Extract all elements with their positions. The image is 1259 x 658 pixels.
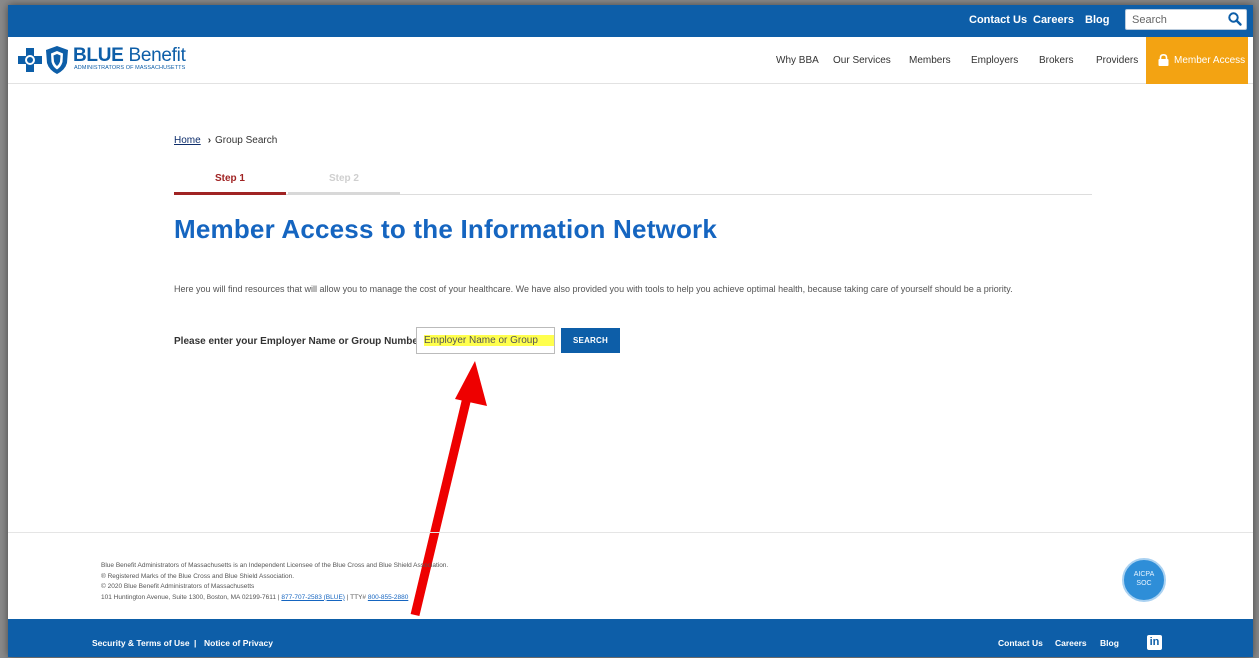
nav-providers[interactable]: Providers: [1096, 55, 1138, 66]
search-icon[interactable]: [1227, 11, 1243, 27]
breadcrumb: Home › Group Search: [174, 135, 277, 146]
tty-link[interactable]: 800-855-2880: [368, 594, 408, 601]
logo-title: BLUE Benefit: [73, 45, 186, 66]
page-title: Member Access to the Information Network: [174, 214, 718, 244]
nav-our-services[interactable]: Our Services: [833, 55, 891, 66]
phone-link[interactable]: 877-707-2583 (BLUE): [281, 594, 345, 601]
breadcrumb-home[interactable]: Home: [174, 135, 201, 146]
step-tabs: Step 1 Step 2: [174, 171, 1092, 195]
nav-brokers[interactable]: Brokers: [1039, 55, 1073, 66]
blue-cross-icon: [18, 48, 42, 72]
nav-employers[interactable]: Employers: [971, 55, 1018, 66]
logo-subtitle: ADMINISTRATORS OF MASSACHUSETTS: [74, 65, 186, 71]
nav-members[interactable]: Members: [909, 55, 951, 66]
blue-shield-icon: [46, 46, 68, 74]
utility-bar: Contact Us Careers Blog: [8, 5, 1253, 37]
legal-copyright: © 2020 Blue Benefit Administrators of Ma…: [101, 583, 255, 590]
browser-page: Contact Us Careers Blog BLUE Benefit: [8, 5, 1253, 657]
legal-registered: ® Registered Marks of the Blue Cross and…: [101, 572, 295, 580]
intro-text: Here you will find resources that will a…: [174, 284, 1013, 294]
footer-separator: |: [194, 638, 197, 648]
member-access-label: Member Access: [1174, 55, 1246, 66]
utility-careers-link[interactable]: Careers: [1033, 14, 1074, 26]
utility-contact-link[interactable]: Contact Us: [969, 14, 1027, 26]
tab-step-2[interactable]: Step 2: [288, 171, 400, 195]
linkedin-icon[interactable]: in: [1147, 635, 1162, 650]
privacy-notice-link[interactable]: Notice of Privacy: [204, 638, 273, 648]
breadcrumb-chevron-icon: ›: [207, 135, 212, 146]
legal-address: 101 Huntington Avenue, Suite 1300, Bosto…: [101, 593, 409, 601]
main-navigation: BLUE Benefit ADMINISTRATORS OF MASSACHUS…: [8, 37, 1253, 84]
member-access-button[interactable]: Member Access: [1146, 37, 1248, 84]
breadcrumb-current: Group Search: [215, 135, 278, 146]
footer-bar: Security & Terms of Use | Notice of Priv…: [8, 619, 1253, 657]
site-search-input[interactable]: [1126, 10, 1226, 30]
footer-legal: Blue Benefit Administrators of Massachus…: [101, 561, 448, 603]
tab-step-1[interactable]: Step 1: [174, 171, 286, 195]
nav-why-bba[interactable]: Why BBA: [776, 55, 819, 66]
footer-contact-link[interactable]: Contact Us: [998, 638, 1043, 648]
footer-blog-link[interactable]: Blog: [1100, 638, 1119, 648]
legal-licensee: Blue Benefit Administrators of Massachus…: [101, 562, 449, 569]
lock-icon: [1158, 54, 1169, 66]
group-search-button[interactable]: SEARCH: [561, 328, 620, 353]
employer-field-label: Please enter your Employer Name or Group…: [174, 336, 426, 347]
group-search-form: Please enter your Employer Name or Group…: [174, 327, 674, 355]
site-logo[interactable]: BLUE Benefit ADMINISTRATORS OF MASSACHUS…: [16, 45, 216, 76]
footer-divider: [8, 532, 1253, 533]
aicpa-soc-badge: AICPA SOC: [1122, 558, 1166, 602]
utility-blog-link[interactable]: Blog: [1085, 14, 1109, 26]
security-terms-link[interactable]: Security & Terms of Use: [92, 638, 190, 648]
footer-careers-link[interactable]: Careers: [1055, 638, 1087, 648]
employer-name-input[interactable]: [416, 327, 555, 354]
site-search: [1125, 9, 1247, 30]
